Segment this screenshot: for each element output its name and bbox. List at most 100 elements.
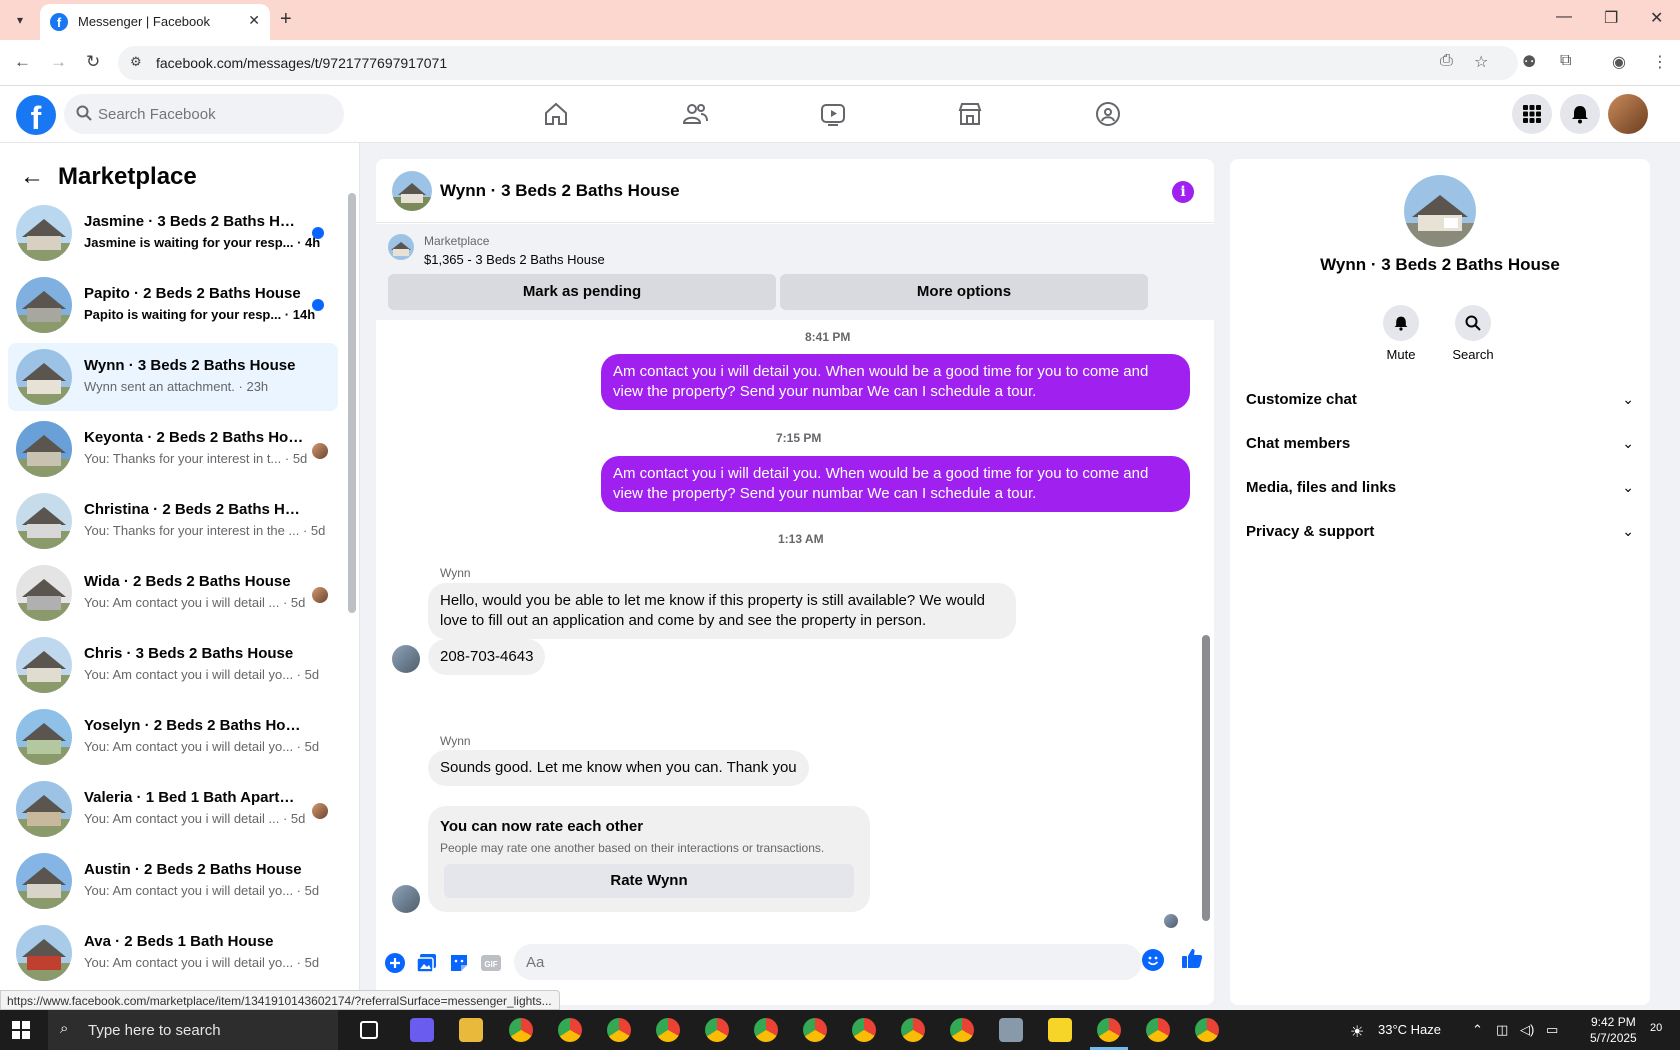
conversation-item[interactable]: Wynn · 3 Beds 2 Baths House Wynn sent an … (8, 343, 338, 411)
new-tab-icon[interactable]: + (280, 8, 292, 31)
conversation-item[interactable]: Christina · 2 Beds 2 Baths House You: Tha… (8, 487, 338, 555)
incoming-message[interactable]: 208-703-4643 (428, 639, 546, 675)
conversation-item[interactable]: Papito · 2 Beds 2 Baths House Papito is w… (8, 271, 338, 339)
copilot-icon[interactable] (410, 1018, 434, 1042)
rate-wynn-button[interactable]: Rate Wynn (444, 864, 854, 898)
chrome-icon[interactable] (901, 1018, 925, 1042)
media-files-links-row[interactable]: Media, files and links ⌄ (1246, 469, 1634, 509)
chrome-icon[interactable] (509, 1018, 533, 1042)
close-window-icon[interactable]: ✕ (1650, 8, 1663, 28)
chrome-icon[interactable] (558, 1018, 582, 1042)
chrome-icon[interactable] (1146, 1018, 1170, 1042)
notification-count[interactable]: 20 (1650, 1022, 1662, 1034)
notifications-bell-icon[interactable] (1560, 94, 1600, 134)
restore-icon[interactable]: ❐ (1604, 8, 1618, 28)
forward-icon[interactable]: → (50, 52, 67, 72)
search-in-chat-button[interactable]: Search (1438, 305, 1508, 362)
taskbar-search[interactable]: ⌕ Type here to search (48, 1010, 338, 1050)
back-icon[interactable]: ← (14, 52, 31, 72)
chrome-icon[interactable] (852, 1018, 876, 1042)
attach-photo-icon[interactable] (416, 952, 438, 974)
groups-icon[interactable] (1094, 100, 1124, 130)
conversation-item[interactable]: Keyonta · 2 Beds 2 Baths House You: Thank… (8, 415, 338, 483)
windows-start-icon[interactable] (12, 1021, 30, 1039)
extensions-puzzle-icon[interactable]: ⧉ (1560, 52, 1571, 70)
conversation-item[interactable]: Wida · 2 Beds 2 Baths House You: Am conta… (8, 559, 338, 627)
info-avatar[interactable] (1404, 175, 1476, 247)
sender-avatar[interactable] (392, 885, 420, 913)
incoming-message[interactable]: Sounds good. Let me know when you can. T… (428, 750, 809, 786)
conversation-item[interactable]: Chris · 3 Beds 2 Baths House You: Am cont… (8, 631, 338, 699)
conversation-item[interactable]: Jasmine · 3 Beds 2 Baths House Jasmine is… (8, 199, 338, 267)
listing-price[interactable]: $1,365 - 3 Beds 2 Baths House (424, 252, 605, 267)
reload-icon[interactable]: ↻ (86, 52, 100, 72)
sender-avatar[interactable] (392, 645, 420, 673)
friends-icon[interactable] (681, 100, 711, 130)
browser-menu-icon[interactable]: ⋮ (1652, 52, 1668, 72)
omnibox[interactable]: ⚙ facebook.com/messages/t/97217776979170… (118, 46, 1518, 80)
chrome-icon[interactable] (656, 1018, 680, 1042)
weather-icon[interactable]: ☀ (1350, 1022, 1364, 1042)
browser-tab[interactable]: f Messenger | Facebook ✕ (40, 4, 270, 40)
profile-icon[interactable]: ◉ (1612, 52, 1626, 72)
mark-as-pending-button[interactable]: Mark as pending (388, 274, 776, 310)
minimize-icon[interactable]: — (1556, 8, 1572, 26)
meet-icon[interactable]: ◫ (1496, 1022, 1508, 1038)
chrome-icon[interactable] (1195, 1018, 1219, 1042)
sticker-icon[interactable] (448, 952, 470, 974)
listing-thumbnail[interactable] (388, 234, 414, 260)
task-view-icon[interactable] (360, 1021, 378, 1039)
url-text[interactable]: facebook.com/messages/t/9721777697917071 (156, 55, 447, 71)
chat-members-row[interactable]: Chat members ⌄ (1246, 425, 1634, 465)
extension-robot-icon[interactable]: ⚉ (1522, 52, 1536, 72)
conversation-item[interactable]: Valeria · 1 Bed 1 Bath Apartme... You: Am… (8, 775, 338, 843)
mute-button[interactable]: Mute (1366, 305, 1436, 362)
emoji-icon[interactable] (1142, 949, 1164, 971)
chrome-icon[interactable] (950, 1018, 974, 1042)
conversation-item[interactable]: Ava · 2 Beds 1 Bath House You: Am contact… (8, 919, 338, 987)
site-info-icon[interactable]: ⚙ (130, 54, 142, 70)
tab-close-icon[interactable]: ✕ (248, 12, 260, 29)
menu-grid-icon[interactable] (1512, 94, 1552, 134)
outgoing-message[interactable]: Am contact you i will detail you. When w… (601, 456, 1190, 512)
message-input[interactable] (514, 944, 1142, 980)
privacy-support-row[interactable]: Privacy & support ⌄ (1246, 513, 1634, 553)
back-arrow-icon[interactable]: ← (20, 163, 44, 191)
weather-text[interactable]: 33°C Haze (1378, 1022, 1441, 1037)
chat-avatar[interactable] (392, 171, 432, 211)
gif-icon[interactable]: GIF (480, 952, 502, 974)
marketplace-icon[interactable] (956, 100, 986, 130)
chrome-icon[interactable] (607, 1018, 631, 1042)
chrome-icon[interactable] (803, 1018, 827, 1042)
sticky-notes-icon[interactable] (1048, 1018, 1072, 1042)
volume-icon[interactable]: ◁) (1520, 1022, 1534, 1038)
conversation-item[interactable]: Austin · 2 Beds 2 Baths House You: Am con… (8, 847, 338, 915)
conversation-item[interactable]: Yoselyn · 2 Beds 2 Baths House You: Am co… (8, 703, 338, 771)
account-avatar[interactable] (1608, 94, 1648, 134)
bookmark-star-icon[interactable]: ☆ (1474, 52, 1488, 72)
app-icon[interactable] (999, 1018, 1023, 1042)
incoming-message[interactable]: Hello, would you be able to let me know … (428, 583, 1016, 639)
chat-scrollbar[interactable] (1202, 329, 1210, 925)
file-explorer-icon[interactable] (459, 1018, 483, 1042)
sidebar-scrollbar[interactable] (348, 193, 356, 613)
chat-info-icon[interactable]: i (1172, 181, 1194, 203)
install-app-icon[interactable]: ⎙ (1440, 52, 1453, 70)
tray-chevron-icon[interactable]: ⌃ (1472, 1022, 1483, 1038)
tab-search-chevron-icon[interactable]: ▾ (8, 8, 32, 32)
customize-chat-row[interactable]: Customize chat ⌄ (1246, 381, 1634, 421)
chrome-icon[interactable] (1097, 1018, 1121, 1042)
network-icon[interactable]: ▭ (1546, 1022, 1558, 1038)
taskbar-clock[interactable]: 9:42 PM 5/7/2025 (1590, 1014, 1637, 1046)
more-options-button[interactable]: More options (780, 274, 1148, 310)
more-actions-plus-icon[interactable] (384, 952, 406, 974)
facebook-logo-icon[interactable]: f (16, 95, 56, 136)
video-icon[interactable] (819, 100, 849, 130)
chrome-icon[interactable] (754, 1018, 778, 1042)
facebook-search[interactable] (64, 94, 344, 134)
home-icon[interactable] (542, 100, 572, 130)
outgoing-message[interactable]: Am contact you i will detail you. When w… (601, 354, 1190, 410)
chrome-icon[interactable] (705, 1018, 729, 1042)
facebook-search-input[interactable] (98, 94, 338, 134)
thumbs-up-icon[interactable] (1180, 946, 1204, 970)
